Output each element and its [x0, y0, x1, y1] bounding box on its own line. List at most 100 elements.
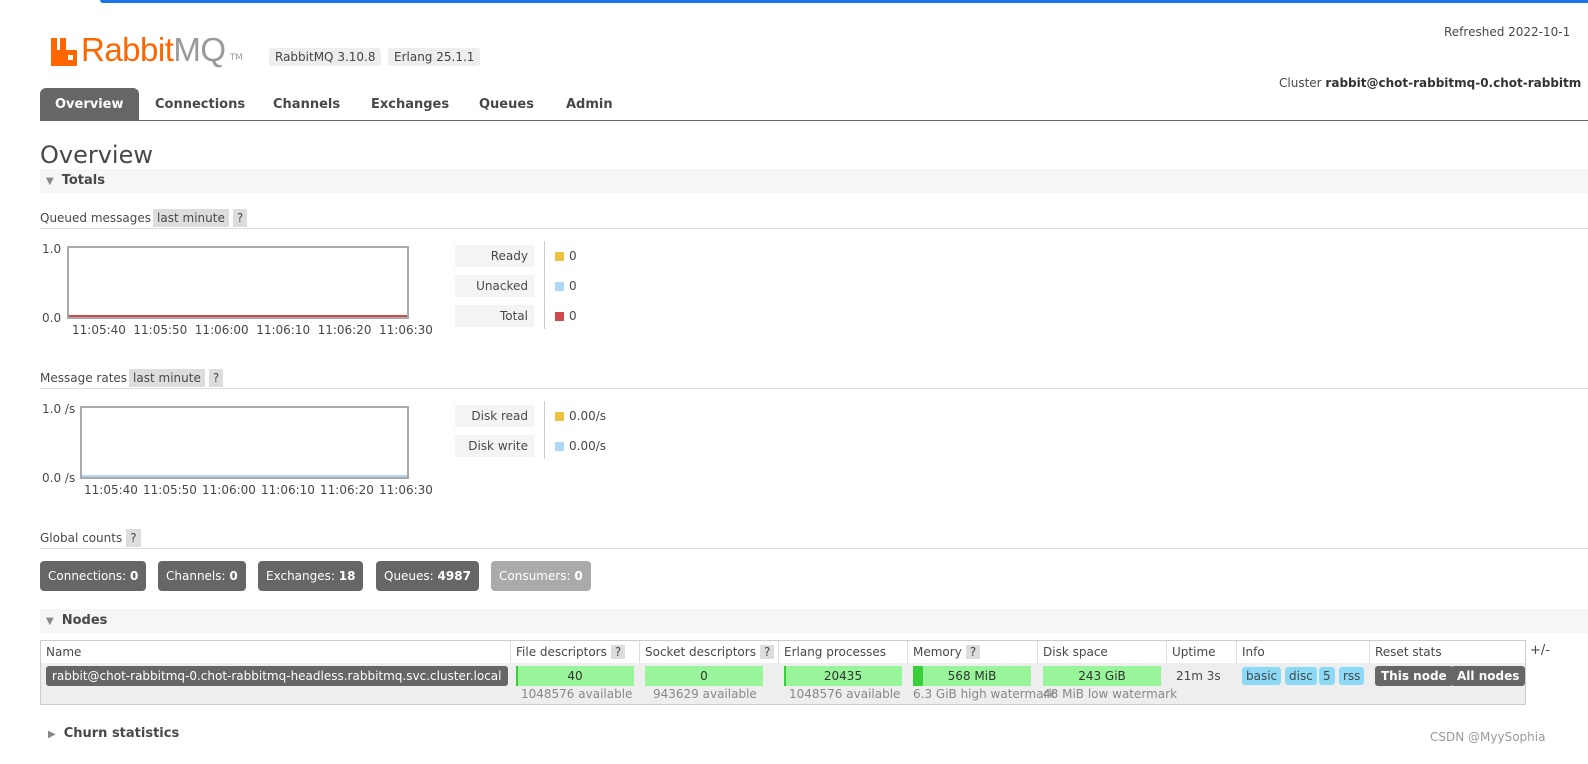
ready-swatch-icon — [555, 252, 564, 261]
collapse-triangle-icon: ▼ — [46, 616, 54, 627]
churn-statistics-heading: Churn statistics — [63, 726, 180, 741]
queued-x-tick-label: 11:06:30 — [379, 323, 433, 337]
info-tag-basic[interactable]: basic — [1242, 667, 1282, 685]
col-header-name[interactable]: Name — [41, 641, 511, 663]
consumers-count-button[interactable]: Consumers: 0 — [491, 561, 591, 591]
refreshed-timestamp[interactable]: Refreshed 2022-10-1 — [1444, 25, 1570, 39]
global-counts-label: Global counts — [40, 531, 123, 545]
message-rates-label: Message rates — [40, 371, 128, 385]
rates-x-tick-label: 11:06:20 — [320, 483, 374, 497]
reset-all-nodes-button[interactable]: All nodes — [1451, 666, 1526, 686]
col-header-socket-descriptors: Socket descriptors? — [640, 641, 779, 663]
queued-x-tick-label: 11:05:50 — [133, 323, 188, 337]
queued-x-tick-label: 11:06:10 — [256, 323, 311, 337]
queued-range-selector[interactable]: last minute — [153, 209, 229, 227]
rabbitmq-logo[interactable]: RabbitMQ TM — [51, 30, 243, 66]
total-swatch-icon — [555, 312, 564, 321]
rates-x-tick-label: 11:06:30 — [379, 483, 433, 497]
legend-ready-value: 0 — [555, 249, 577, 263]
info-tag-count[interactable]: 5 — [1319, 667, 1335, 685]
queued-x-tick-label: 11:05:40 — [72, 323, 126, 337]
file-descriptors-help-button[interactable]: ? — [610, 645, 626, 659]
churn-statistics-toggle[interactable]: ▶ Churn statistics — [40, 726, 179, 741]
rates-help-button[interactable]: ? — [208, 369, 224, 387]
col-header-reset-stats: Reset stats — [1375, 645, 1442, 659]
totals-section-toggle[interactable]: ▼ Totals — [40, 169, 1588, 193]
tab-overview[interactable]: Overview — [40, 88, 139, 120]
rabbitmq-version: RabbitMQ 3.10.8 — [269, 48, 382, 66]
logo-word-rabbit: Rabbit — [81, 31, 174, 68]
legend-total-label: Total — [455, 305, 534, 327]
socket-descriptors-available: 943629 available — [653, 687, 757, 701]
rabbit-logo-icon — [51, 36, 77, 66]
tab-channels[interactable]: Channels — [273, 88, 340, 120]
message-rates-title: Message rates last minute? — [40, 369, 224, 387]
col-header-info: Info — [1237, 641, 1370, 663]
socket-descriptors-help-button[interactable]: ? — [759, 645, 775, 659]
global-counts-help-button[interactable]: ? — [126, 529, 141, 547]
node-name-link[interactable]: rabbit@chot-rabbitmq-0.chot-rabbitmq-hea… — [46, 666, 508, 686]
queued-messages-label: Queued messages — [40, 211, 152, 225]
uptime-value: 21m 3s — [1176, 669, 1221, 683]
legend-disk-read-label: Disk read — [455, 405, 534, 427]
logo-trademark: TM — [229, 53, 243, 63]
nodes-heading: Nodes — [61, 613, 108, 628]
tab-queues[interactable]: Queues — [479, 88, 534, 120]
browser-top-line — [100, 0, 1588, 3]
socket-descriptors-bar: 0 — [645, 666, 763, 686]
channels-count-button[interactable]: Channels: 0 — [158, 561, 246, 591]
legend-unacked-value: 0 — [555, 279, 577, 293]
legend-ready-label: Ready — [455, 245, 534, 267]
disk-write-swatch-icon — [555, 442, 564, 451]
disk-space-bar: 243 GiB — [1043, 666, 1161, 686]
exchanges-count-button[interactable]: Exchanges: 18 — [258, 561, 364, 591]
divider — [40, 228, 1588, 229]
totals-heading: Totals — [61, 173, 105, 188]
page-title: Overview — [40, 141, 153, 169]
erlang-version: Erlang 25.1.1 — [388, 48, 481, 66]
divider — [40, 388, 1588, 389]
queues-count-button[interactable]: Queues: 4987 — [376, 561, 479, 591]
file-descriptors-bar: 40 — [516, 666, 634, 686]
info-tag-rss[interactable]: rss — [1339, 667, 1365, 685]
col-header-memory: Memory? — [908, 641, 1038, 663]
nodes-section-toggle[interactable]: ▼ Nodes — [40, 609, 1588, 633]
queued-messages-chart — [67, 246, 409, 319]
col-header-disk-space: Disk space — [1038, 641, 1167, 663]
connections-count-button[interactable]: Connections: 0 — [40, 561, 147, 591]
global-counts-title: Global counts? — [40, 529, 141, 547]
queued-x-tick-label: 11:06:00 — [194, 323, 249, 337]
tab-connections[interactable]: Connections — [155, 88, 245, 120]
col-header-erlang-processes: Erlang processes — [779, 641, 908, 663]
message-rates-chart — [80, 406, 409, 479]
queued-help-button[interactable]: ? — [232, 209, 248, 227]
memory-high-watermark: 6.3 GiB high watermark — [913, 687, 1056, 701]
col-header-uptime: Uptime — [1167, 641, 1237, 663]
queued-x-tick-label: 11:06:20 — [317, 323, 372, 337]
rates-y-bottom-label: 0.0 /s — [42, 471, 76, 485]
disk-read-swatch-icon — [555, 412, 564, 421]
logo-word-mq: MQ — [173, 31, 226, 68]
info-tag-disc[interactable]: disc — [1285, 667, 1317, 685]
legend-disk-read-value: 0.00/s — [555, 409, 606, 423]
file-descriptors-available: 1048576 available — [521, 687, 633, 701]
rates-series-line — [82, 475, 407, 477]
queued-messages-title: Queued messages last minute? — [40, 209, 248, 227]
legend-disk-write-value: 0.00/s — [555, 439, 606, 453]
rates-y-top-label: 1.0 /s — [42, 402, 76, 416]
csdn-watermark: CSDN @MyySophia — [1430, 730, 1546, 744]
reset-this-node-button[interactable]: This node — [1375, 666, 1453, 686]
rates-x-tick-label: 11:05:40 — [84, 483, 138, 497]
tab-admin[interactable]: Admin — [566, 88, 613, 120]
rates-range-selector[interactable]: last minute — [129, 369, 205, 387]
expand-triangle-icon: ▶ — [48, 729, 56, 740]
erlang-processes-available: 1048576 available — [789, 687, 901, 701]
columns-toggle-button[interactable]: +/- — [1530, 643, 1550, 658]
tab-exchanges[interactable]: Exchanges — [371, 88, 449, 120]
legend-separator — [544, 401, 545, 459]
legend-unacked-label: Unacked — [455, 275, 534, 297]
erlang-processes-bar: 20435 — [784, 666, 902, 686]
memory-help-button[interactable]: ? — [965, 645, 981, 659]
queued-total-series-line — [69, 315, 407, 317]
rates-x-tick-label: 11:06:00 — [202, 483, 256, 497]
